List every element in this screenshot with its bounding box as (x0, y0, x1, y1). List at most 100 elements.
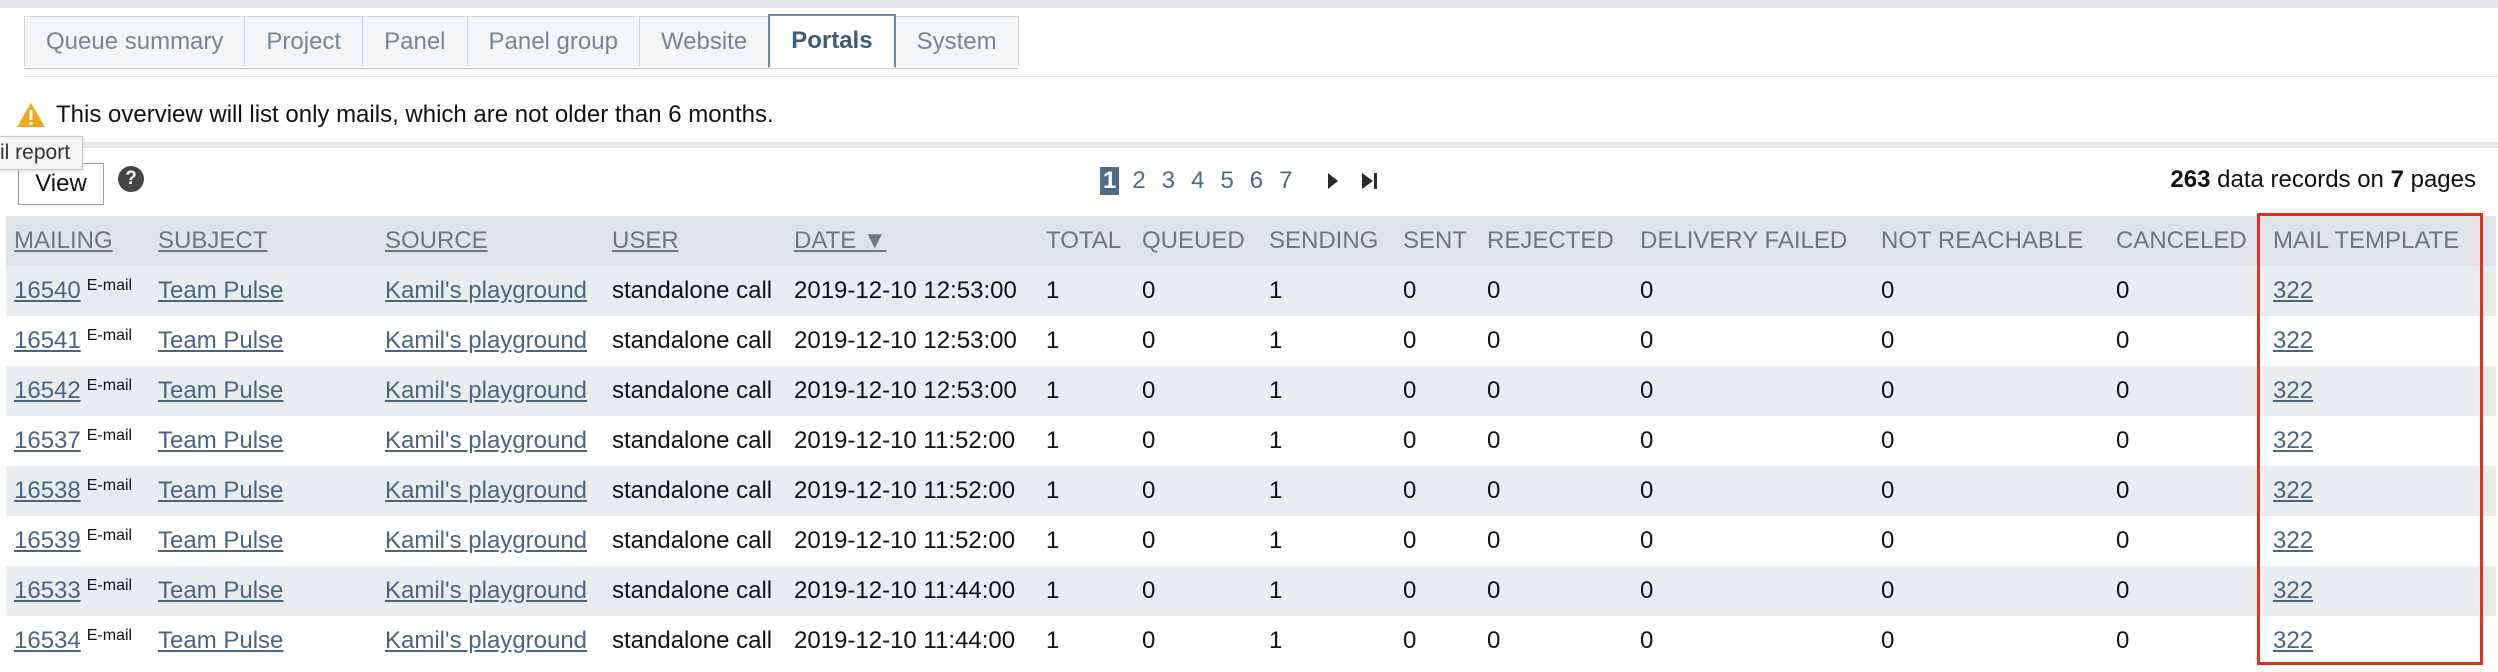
tab-portals[interactable]: Portals (768, 14, 896, 68)
cell-delivery-failed: 0 (1632, 466, 1873, 516)
cell-mailing: 16541 E-mail (6, 316, 150, 366)
mailing-id-link[interactable]: 16542 (14, 377, 81, 404)
mail-template-link[interactable]: 322 (2273, 477, 2313, 504)
table-header-row: MAILING SUBJECT SOURCE USER DATE ▼ TOTAL… (6, 216, 2496, 266)
mail-template-link[interactable]: 322 (2273, 427, 2313, 454)
channel-label: E-mail (86, 577, 133, 594)
cell-mail-template: 322 (2265, 366, 2496, 416)
cell-not-reachable: 0 (1873, 266, 2108, 316)
cell-not-reachable: 0 (1873, 616, 2108, 666)
col-source[interactable]: SOURCE (377, 216, 604, 266)
cell-mail-template: 322 (2265, 466, 2496, 516)
tab-project[interactable]: Project (244, 16, 364, 66)
cell-date: 2019-12-10 11:52:00 (786, 416, 1038, 466)
mailing-id-link[interactable]: 16541 (14, 327, 81, 354)
mailing-id-link[interactable]: 16538 (14, 477, 81, 504)
mailing-id-link[interactable]: 16540 (14, 277, 81, 304)
source-link[interactable]: Kamil's playground (385, 527, 587, 554)
page-1[interactable]: 1 (1100, 167, 1120, 195)
table-body: 16540 E-mail Team Pulse Kamil's playground s… (6, 266, 2496, 666)
page-5[interactable]: 5 (1217, 167, 1236, 195)
cell-canceled: 0 (2108, 616, 2265, 666)
tab-website[interactable]: Website (638, 16, 770, 66)
cell-queued: 0 (1134, 316, 1261, 366)
source-link[interactable]: Kamil's playground (385, 577, 587, 604)
cell-user: standalone call (604, 616, 786, 666)
page-6[interactable]: 6 (1247, 167, 1266, 195)
cell-not-reachable: 0 (1873, 316, 2108, 366)
cell-rejected: 0 (1479, 516, 1632, 566)
source-link[interactable]: Kamil's playground (385, 427, 587, 454)
source-link[interactable]: Kamil's playground (385, 477, 587, 504)
subject-link[interactable]: Team Pulse (158, 377, 283, 404)
subject-link[interactable]: Team Pulse (158, 477, 283, 504)
cell-mail-template: 322 (2265, 516, 2496, 566)
cell-source: Kamil's playground (377, 516, 604, 566)
cell-total: 1 (1038, 566, 1134, 616)
subject-link[interactable]: Team Pulse (158, 427, 283, 454)
help-icon[interactable]: ? (118, 166, 144, 192)
col-date[interactable]: DATE ▼ (786, 216, 1038, 266)
mail-template-link[interactable]: 322 (2273, 577, 2313, 604)
mail-template-link[interactable]: 322 (2273, 527, 2313, 554)
cell-sent: 0 (1395, 516, 1479, 566)
mail-template-link[interactable]: 322 (2273, 277, 2313, 304)
tab-system[interactable]: System (894, 16, 1019, 66)
cell-canceled: 0 (2108, 516, 2265, 566)
cell-mailing: 16538 E-mail (6, 466, 150, 516)
cell-sending: 1 (1261, 316, 1395, 366)
cell-user: standalone call (604, 516, 786, 566)
cell-delivery-failed: 0 (1632, 416, 1873, 466)
col-user[interactable]: USER (604, 216, 786, 266)
cell-sent: 0 (1395, 566, 1479, 616)
mail-template-link[interactable]: 322 (2273, 327, 2313, 354)
pagination: 1 2 3 4 5 6 7 (1100, 166, 1380, 196)
subject-link[interactable]: Team Pulse (158, 527, 283, 554)
col-subject[interactable]: SUBJECT (150, 216, 377, 266)
col-mailing[interactable]: MAILING (6, 216, 150, 266)
page-4[interactable]: 4 (1188, 167, 1207, 195)
channel-label: E-mail (86, 377, 133, 394)
mail-template-link[interactable]: 322 (2273, 627, 2313, 654)
source-link[interactable]: Kamil's playground (385, 377, 587, 404)
tab-panel-group[interactable]: Panel group (466, 16, 640, 66)
cell-subject: Team Pulse (150, 266, 377, 316)
subject-link[interactable]: Team Pulse (158, 577, 283, 604)
table-row: 16541 E-mail Team Pulse Kamil's playground s… (6, 316, 2496, 366)
page-3[interactable]: 3 (1159, 167, 1178, 195)
cell-source: Kamil's playground (377, 466, 604, 516)
record-total: 263 (2170, 166, 2211, 193)
cell-queued: 0 (1134, 566, 1261, 616)
page-2[interactable]: 2 (1129, 167, 1148, 195)
subject-link[interactable]: Team Pulse (158, 327, 283, 354)
mailing-id-link[interactable]: 16539 (14, 527, 81, 554)
cell-user: standalone call (604, 416, 786, 466)
tab-panel[interactable]: Panel (362, 16, 468, 66)
page-7[interactable]: 7 (1276, 167, 1295, 195)
subject-link[interactable]: Team Pulse (158, 627, 283, 654)
cell-mail-template: 322 (2265, 316, 2496, 366)
source-link[interactable]: Kamil's playground (385, 277, 587, 304)
cell-sent: 0 (1395, 316, 1479, 366)
tooltip: il report (0, 136, 84, 170)
tab-queue-summary[interactable]: Queue summary (24, 16, 246, 66)
subject-link[interactable]: Team Pulse (158, 277, 283, 304)
mailing-id-link[interactable]: 16537 (14, 427, 81, 454)
mail-template-link[interactable]: 322 (2273, 377, 2313, 404)
cell-delivery-failed: 0 (1632, 616, 1873, 666)
cell-mailing: 16540 E-mail (6, 266, 150, 316)
cell-queued: 0 (1134, 616, 1261, 666)
cell-canceled: 0 (2108, 566, 2265, 616)
mailing-id-link[interactable]: 16533 (14, 577, 81, 604)
source-link[interactable]: Kamil's playground (385, 627, 587, 654)
next-page-icon[interactable] (1326, 171, 1340, 191)
cell-not-reachable: 0 (1873, 416, 2108, 466)
source-link[interactable]: Kamil's playground (385, 327, 587, 354)
table-row: 16538 E-mail Team Pulse Kamil's playground s… (6, 466, 2496, 516)
cell-sent: 0 (1395, 366, 1479, 416)
cell-total: 1 (1038, 316, 1134, 366)
table-row: 16537 E-mail Team Pulse Kamil's playground s… (6, 416, 2496, 466)
last-page-icon[interactable] (1360, 171, 1380, 191)
mailing-id-link[interactable]: 16534 (14, 627, 81, 654)
table-row: 16534 E-mail Team Pulse Kamil's playground s… (6, 616, 2496, 666)
